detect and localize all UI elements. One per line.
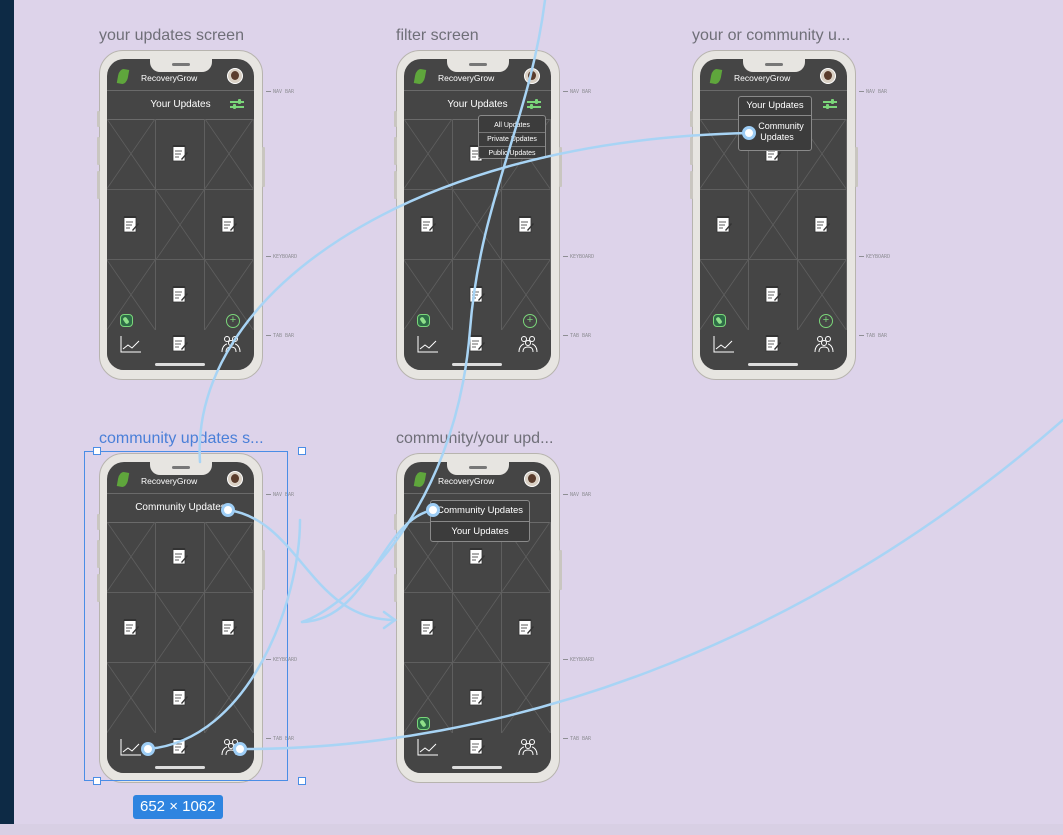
hotspot-people-tab[interactable] [233,742,247,756]
wire-switch-to-community [300,508,435,624]
wire-update-to-switch [226,508,397,622]
prototype-connections [146,0,1063,751]
wire-top-offscreen [300,0,547,624]
hotspot-community-title[interactable] [221,503,235,517]
hotspot-community-menu[interactable] [426,503,440,517]
wire-community-to-mid [198,131,752,464]
hotspot-community-option[interactable] [742,126,756,140]
wire-chart-to-up [146,518,302,751]
hotspot-chart-tab[interactable] [141,742,155,756]
